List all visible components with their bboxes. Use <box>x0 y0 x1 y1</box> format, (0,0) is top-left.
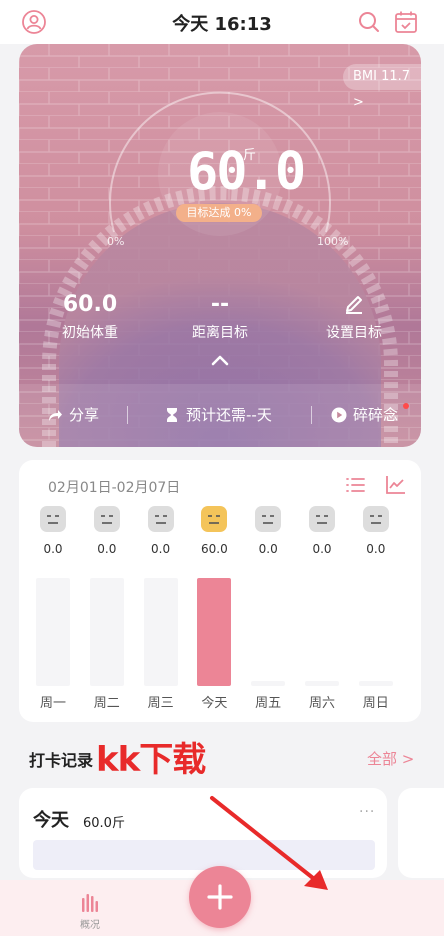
weight-summary-card: BMI 11.7 > 60.0 斤 目标达成 0% 0% 100% 60.0 初… <box>19 44 421 447</box>
trend-chart-icon[interactable] <box>384 474 406 496</box>
bar-chart-icon <box>82 894 98 912</box>
day-weight-value: 0.0 <box>258 542 278 556</box>
day-label: 周二 <box>93 696 120 711</box>
search-icon[interactable] <box>356 9 382 35</box>
notes-label: 碎碎念 <box>353 406 399 424</box>
share-icon <box>49 410 62 421</box>
day-weight-bar <box>89 578 124 686</box>
mood-face-icon <box>147 506 174 532</box>
hourglass-icon <box>167 408 177 422</box>
day-label: 周五 <box>255 696 282 711</box>
initial-weight-label: 初始体重 <box>62 325 118 341</box>
records-title: 打卡记录 <box>29 751 94 770</box>
divider <box>311 406 312 424</box>
bmi-badge[interactable]: BMI 11.7 > <box>343 64 421 110</box>
share-button[interactable]: 分享 <box>47 404 99 426</box>
nav-overview-label: 概况 <box>80 920 100 931</box>
day-weight-value: 60.0 <box>201 542 228 556</box>
day-weight-bar <box>251 681 286 686</box>
day-weight-bar <box>197 578 232 686</box>
day-weight-bar <box>143 578 178 686</box>
day-label: 今天 <box>201 696 228 711</box>
record-card-next[interactable] <box>398 788 444 878</box>
mood-face-icon <box>309 506 335 532</box>
watermark-text: kk下载 <box>96 740 206 780</box>
week-date-range[interactable]: 02月01日-02月07日 <box>48 477 180 497</box>
play-circle-icon <box>331 407 347 423</box>
more-options-button[interactable]: ··· <box>359 804 375 820</box>
estimate-days: 预计还需--天 <box>164 404 272 426</box>
mood-face-icon <box>93 506 120 532</box>
mood-face-icon <box>255 506 282 532</box>
weight-unit: 斤 <box>243 148 257 163</box>
distance-to-goal-value: -- <box>210 292 230 317</box>
estimate-label: 预计还需--天 <box>186 406 272 424</box>
red-arrow-annotation <box>210 796 328 890</box>
record-day: 今天 <box>33 810 69 831</box>
progress-end-label: 100% <box>317 235 349 248</box>
hero-action-bar: 分享 预计还需--天 碎碎念 <box>19 384 421 447</box>
top-bar: 今天 16:13 <box>0 0 444 44</box>
day-weight-value: 0.0 <box>312 542 332 556</box>
mood-face-icon <box>40 506 66 532</box>
day-label: 周六 <box>308 696 335 711</box>
day-label: 周一 <box>39 696 66 711</box>
chevron-up-icon[interactable] <box>209 352 231 366</box>
edit-pencil-icon[interactable] <box>342 290 366 314</box>
weekly-chart-card: 02月01日-02月07日 0.0 周一 0.0 周二 0.0 周三 60.0 今天 0.0 周五… <box>19 460 421 722</box>
notification-dot <box>403 403 409 409</box>
day-weight-bar <box>358 681 393 686</box>
day-weight-bar <box>36 578 70 686</box>
day-label: 周日 <box>362 696 389 711</box>
divider <box>127 406 128 424</box>
calendar-check-icon[interactable] <box>393 9 419 35</box>
nav-overview[interactable]: 概况 <box>72 892 108 931</box>
day-label: 周三 <box>147 696 174 711</box>
day-weight-value: 0.0 <box>151 542 171 556</box>
day-weight-value: 0.0 <box>43 542 63 556</box>
view-all-records-link[interactable]: 全部 > <box>367 748 414 769</box>
goal-progress-badge: 目标达成 0% <box>176 204 262 222</box>
list-view-icon[interactable] <box>344 474 366 496</box>
notes-button[interactable]: 碎碎念 <box>331 404 398 426</box>
set-goal-button[interactable]: 设置目标 <box>314 322 394 342</box>
record-weight: 60.0斤 <box>83 816 125 831</box>
initial-weight-value: 60.0 <box>62 292 118 317</box>
day-weight-value: 0.0 <box>366 542 386 556</box>
progress-start-label: 0% <box>107 235 125 248</box>
distance-to-goal-label: 距离目标 <box>192 325 248 341</box>
mood-face-icon <box>362 506 389 532</box>
day-weight-bar <box>305 681 339 686</box>
share-label: 分享 <box>69 406 100 424</box>
day-weight-value: 0.0 <box>97 542 117 556</box>
mood-face-icon <box>201 506 228 532</box>
